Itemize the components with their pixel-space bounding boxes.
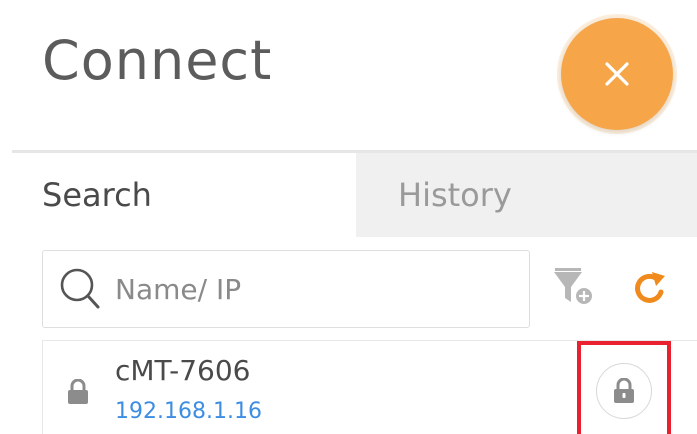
tab-search[interactable]: Search (12, 153, 356, 237)
refresh-icon (635, 272, 665, 303)
device-name: cMT-7606 (115, 354, 251, 387)
tab-search-label: Search (42, 176, 152, 214)
refresh-button[interactable] (633, 270, 667, 306)
lock-button[interactable] (596, 363, 652, 419)
page-title: Connect (42, 29, 273, 92)
search-input[interactable] (115, 272, 495, 306)
tab-history-label: History (398, 176, 512, 214)
search-icon (60, 268, 100, 309)
search-box[interactable] (42, 250, 530, 328)
lock-button-icon (614, 378, 634, 403)
close-button[interactable] (561, 18, 673, 130)
device-ip: 192.168.1.16 (115, 399, 262, 424)
lock-icon (68, 379, 88, 404)
tab-history[interactable]: History (356, 153, 697, 237)
filter-add-button[interactable] (552, 266, 600, 310)
filter-add-icon (554, 268, 594, 306)
close-icon (605, 62, 629, 86)
